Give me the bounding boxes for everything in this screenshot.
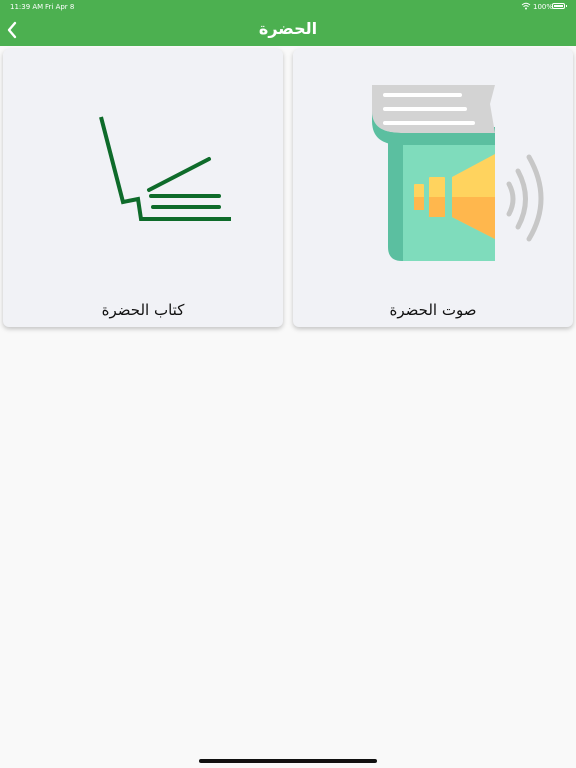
battery-icon: [552, 3, 567, 9]
status-time: 11:39 AM: [10, 3, 44, 11]
navigation-bar: 11:39 AM Fri Apr 8 100% الحضرة: [0, 0, 576, 46]
book-card-label: كتاب الحضرة: [101, 301, 185, 319]
battery-percentage: 100%: [533, 3, 554, 11]
audio-card[interactable]: صوت الحضرة: [293, 49, 573, 327]
audio-book-icon: [372, 85, 544, 261]
status-date: Fri Apr 8: [45, 3, 75, 11]
book-pen-icon: [99, 116, 231, 221]
page-title: الحضرة: [258, 19, 318, 38]
status-bar: 11:39 AM Fri Apr 8 100%: [0, 0, 576, 14]
audio-card-label: صوت الحضرة: [389, 301, 477, 319]
book-card[interactable]: كتاب الحضرة: [3, 49, 283, 327]
wifi-icon: [521, 2, 531, 12]
home-indicator: [199, 759, 377, 763]
